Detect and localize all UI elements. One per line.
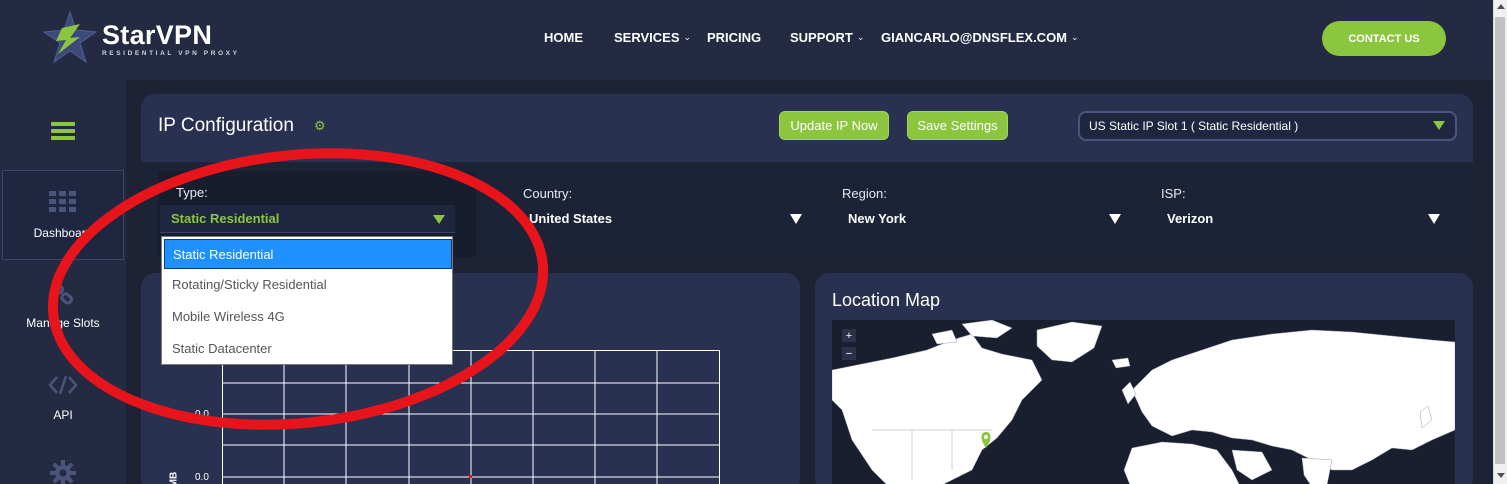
page-title: IP Configuration (158, 115, 294, 136)
dropdown-option-mobile-4g[interactable]: Mobile Wireless 4G (162, 300, 452, 332)
chevron-down-icon: ⌄ (1071, 32, 1079, 42)
sidebar-item-label: Manage Slots (26, 316, 100, 330)
type-select-value: Static Residential (171, 211, 280, 226)
contact-us-button[interactable]: CONTACT US (1322, 21, 1446, 56)
sidebar-item-settings[interactable] (0, 460, 126, 484)
nav-support[interactable]: SUPPORT ⌄ (790, 30, 864, 45)
scroll-down-arrow-icon[interactable] (1497, 473, 1505, 478)
type-label: Type: (176, 185, 208, 200)
nav-services-label: SERVICES (614, 30, 680, 45)
world-map[interactable] (832, 320, 1455, 484)
y-axis-label: MB (168, 471, 180, 484)
sidebar-item-dashboard[interactable]: Dashboard (2, 170, 124, 260)
isp-select[interactable]: Verizon (1167, 211, 1213, 226)
type-dropdown-list: Static Residential Rotating/Sticky Resid… (161, 236, 453, 365)
dropdown-option-static-datacenter[interactable]: Static Datacenter (162, 332, 452, 364)
nav-support-label: SUPPORT (790, 30, 853, 45)
grid-icon (49, 191, 76, 212)
brand-tagline: RESIDENTIAL VPN PROXY (102, 49, 240, 57)
slot-select[interactable]: US Static IP Slot 1 ( Static Residential… (1078, 111, 1457, 141)
dropdown-arrow-icon[interactable] (1433, 121, 1445, 130)
map-title: Location Map (832, 290, 941, 310)
code-icon (48, 375, 78, 395)
brand-name: StarVPN (102, 19, 213, 50)
chart-grid (222, 350, 720, 484)
isp-label: ISP: (1161, 186, 1186, 201)
slot-select-value: US Static IP Slot 1 ( Static Residential… (1089, 119, 1299, 133)
sidebar-item-label: API (53, 408, 73, 422)
zoom-in-button[interactable]: + (842, 329, 856, 342)
region-select[interactable]: New York (848, 211, 906, 226)
update-ip-button[interactable]: Update IP Now (779, 111, 889, 140)
settings-gear-icon[interactable]: ⚙ (314, 118, 326, 134)
top-header: StarVPN RESIDENTIAL VPN PROXY HOME SERVI… (0, 0, 1493, 80)
scroll-up-arrow-icon[interactable] (1497, 4, 1505, 9)
country-select[interactable]: United States (529, 211, 612, 226)
chevron-down-icon: ⌄ (683, 32, 692, 42)
nav-pricing-label: PRICING (707, 30, 762, 45)
world-map-shapes (832, 320, 1455, 484)
dropdown-option-static-residential[interactable]: Static Residential (164, 239, 452, 269)
nav-pricing[interactable]: PRICING (707, 30, 761, 45)
nav-home-label: HOME (544, 30, 583, 45)
link-icon (51, 282, 74, 305)
scrollbar-thumb[interactable] (1495, 17, 1505, 464)
nav-services[interactable]: SERVICES ⌄ (614, 30, 691, 45)
nav-home[interactable]: HOME (544, 30, 583, 45)
region-label: Region: (842, 186, 887, 201)
dropdown-arrow-icon[interactable] (790, 214, 802, 224)
nav-account[interactable]: GIANCARLO@DNSFLEX.COM ⌄ (881, 30, 1079, 45)
save-settings-button[interactable]: Save Settings (907, 111, 1008, 140)
dropdown-arrow-icon[interactable] (1109, 214, 1121, 224)
sidebar-item-api[interactable]: API (0, 374, 126, 422)
star-logo-icon (42, 10, 98, 64)
gear-icon (50, 460, 76, 484)
zoom-out-button[interactable]: − (842, 347, 856, 360)
nav-account-label: GIANCARLO@DNSFLEX.COM (881, 30, 1068, 45)
sidebar-item-manage-slots[interactable]: Manage Slots (0, 282, 126, 330)
country-label: Country: (523, 186, 573, 201)
dropdown-option-rotating-sticky[interactable]: Rotating/Sticky Residential (162, 268, 452, 300)
y-tick-label: 0.0 (195, 409, 209, 420)
dropdown-arrow-icon[interactable] (433, 215, 445, 224)
dropdown-arrow-icon[interactable] (1428, 214, 1440, 224)
sidebar-item-label: Dashboard (33, 226, 93, 240)
y-tick-label: 0.0 (195, 472, 209, 483)
hamburger-menu-icon[interactable] (51, 122, 75, 140)
chevron-down-icon: ⌄ (856, 32, 865, 42)
brand-logo[interactable]: StarVPN RESIDENTIAL VPN PROXY (40, 10, 240, 66)
